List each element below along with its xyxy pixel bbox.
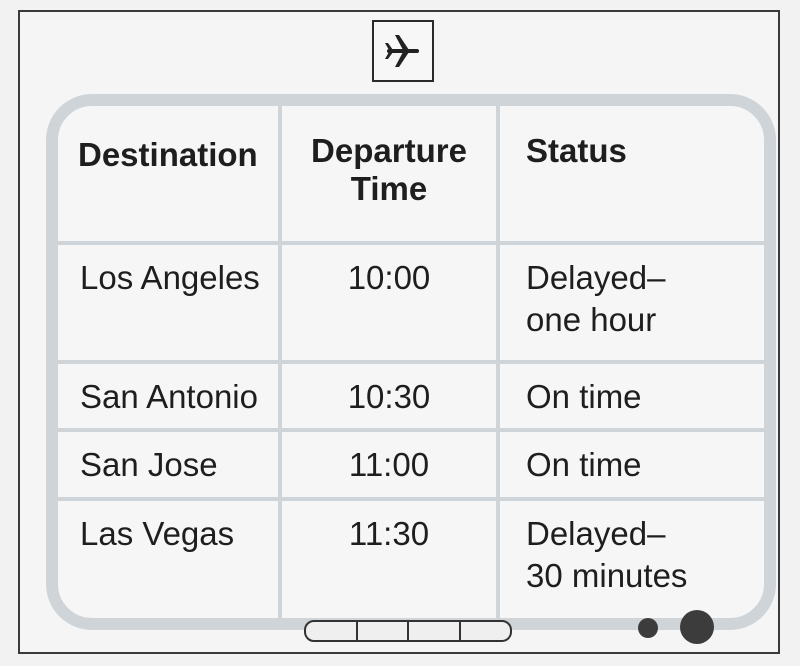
- status-cell: On time: [496, 359, 764, 433]
- time-cell: 11:00: [278, 428, 500, 501]
- status-cell: Delayed– 30 minutes: [496, 496, 764, 618]
- destination-cell: Las Vegas: [58, 496, 282, 618]
- flight-table: Destination Departure Time Status Los An…: [58, 106, 764, 618]
- table-row: Los Angeles 10:00 Delayed– one hour: [58, 240, 764, 364]
- control-slot: [304, 620, 512, 642]
- departure-time-header: Departure Time: [278, 106, 500, 245]
- status-header: Status: [496, 106, 764, 245]
- table-row: Las Vegas 11:30 Delayed– 30 minutes: [58, 496, 764, 618]
- time-cell: 10:30: [278, 359, 500, 433]
- table-row: San Jose 11:00 On time: [58, 428, 764, 501]
- table-row: San Antonio 10:30 On time: [58, 359, 764, 433]
- large-indicator-light: [680, 610, 714, 644]
- airplane-icon: [385, 35, 419, 67]
- status-cell: Delayed– one hour: [496, 240, 764, 364]
- table-header-row: Destination Departure Time Status: [58, 106, 764, 245]
- airplane-sign: [372, 20, 434, 82]
- time-cell: 10:00: [278, 240, 500, 364]
- flight-screen: Destination Departure Time Status Los An…: [46, 94, 776, 630]
- time-cell: 11:30: [278, 496, 500, 618]
- destination-cell: San Jose: [58, 428, 282, 501]
- departure-board-frame: Destination Departure Time Status Los An…: [18, 10, 780, 654]
- status-cell: On time: [496, 428, 764, 501]
- destination-cell: San Antonio: [58, 359, 282, 433]
- destination-header: Destination: [58, 106, 282, 245]
- small-indicator-light: [638, 618, 658, 638]
- destination-cell: Los Angeles: [58, 240, 282, 364]
